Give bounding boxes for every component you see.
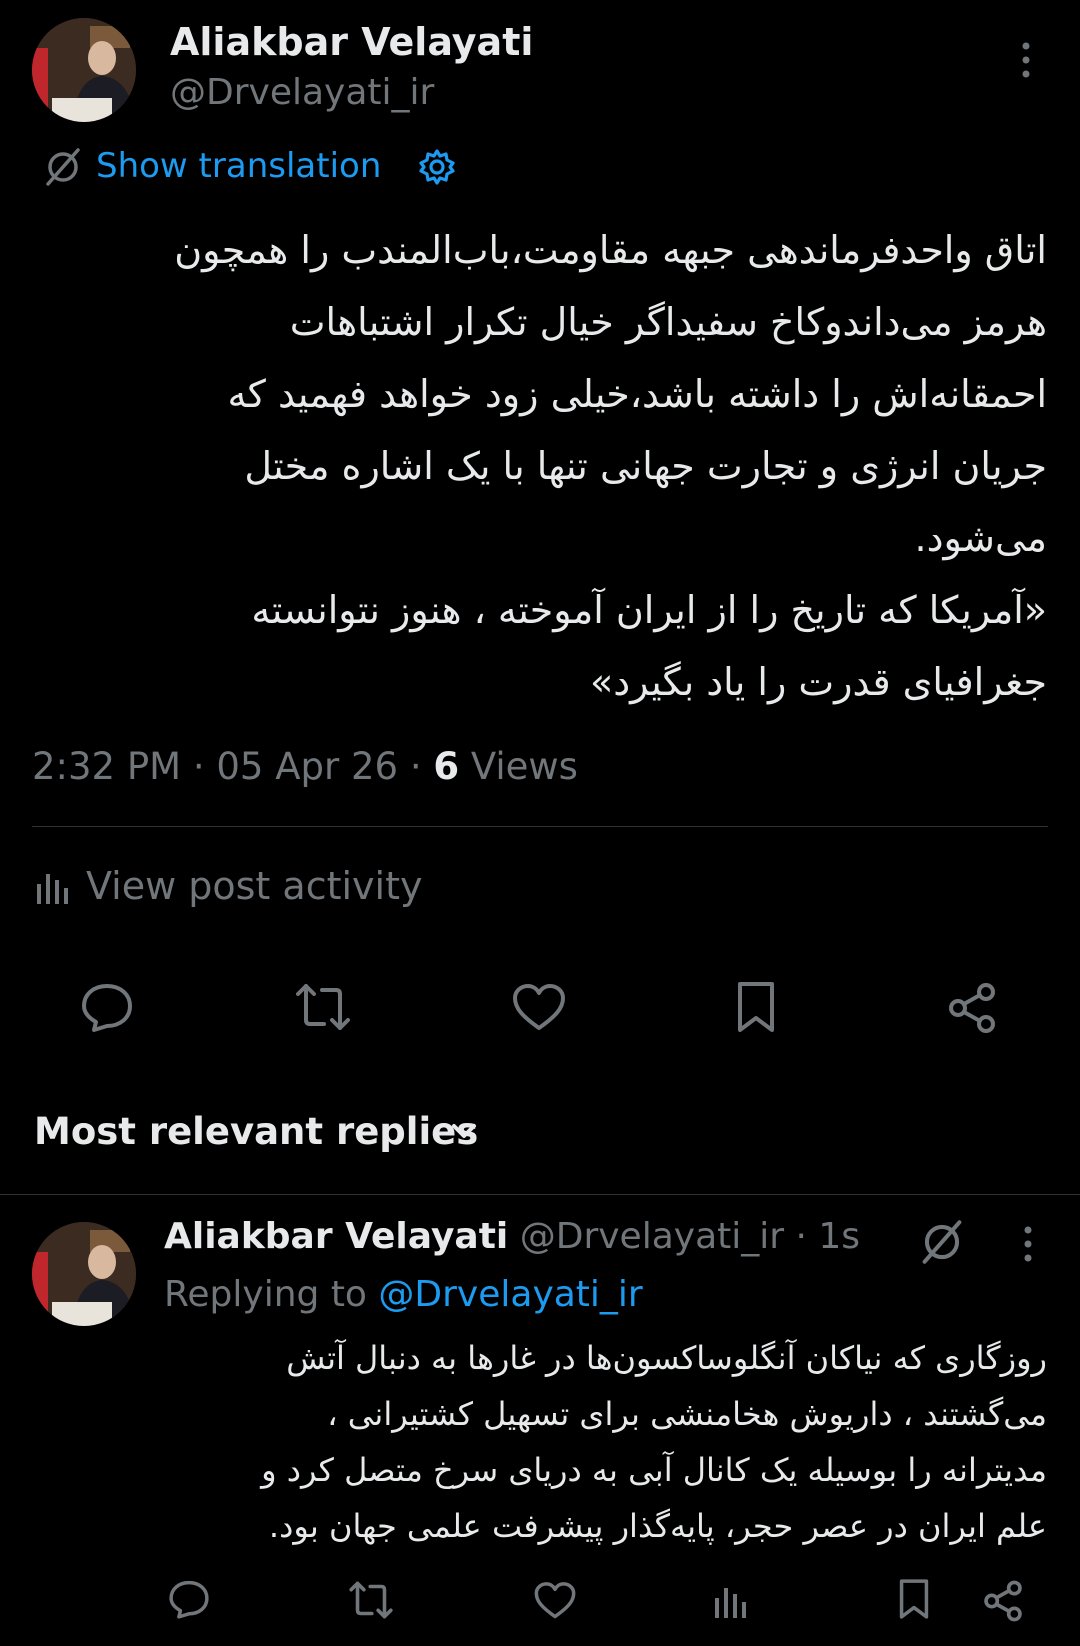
reply-handle-time[interactable]: @Drvelayati_ir · 1s [520, 1216, 860, 1257]
post-time[interactable]: 2:32 PM · 05 Apr 26 · [32, 745, 433, 788]
chevron-down-icon[interactable] [450, 1122, 478, 1140]
analytics-icon[interactable] [714, 1584, 746, 1618]
reply-header: Aliakbar Velayati @Drvelayati_ir · 1s [164, 1216, 860, 1257]
post-body: اتاق واحدفرماندهی جبهه مقاومت،باب‌المندب… [40, 214, 1047, 718]
post-line: می‌شود. [914, 516, 1048, 560]
post-line: هرمز می‌داندوکاخ سفیداگر خیال تکرار اشتب… [289, 300, 1047, 344]
repost-icon[interactable] [348, 1580, 394, 1620]
translate-icon[interactable] [44, 148, 82, 186]
reply-line: علم ایران در عصر حجر، پایه‌گذار پیشرفت ع… [268, 1507, 1047, 1545]
views-label: Views [459, 745, 578, 788]
reply-line: روزگاری که نیاکان آنگلوساکسون‌ها در غاره… [286, 1339, 1047, 1377]
replies-sort-button[interactable]: Most relevant replies [34, 1110, 478, 1153]
bookmark-icon[interactable] [736, 980, 776, 1034]
reply-author-name[interactable]: Aliakbar Velayati [164, 1216, 508, 1257]
share-icon[interactable] [982, 1580, 1024, 1622]
post-line: «آمریکا که تاریخ را از ایران آموخته ، هن… [251, 588, 1047, 632]
repost-icon[interactable] [294, 982, 352, 1032]
views-count: 6 [433, 745, 460, 788]
more-icon[interactable] [1016, 40, 1036, 80]
replying-to: Replying to @Drvelayati_ir [164, 1274, 643, 1315]
like-icon[interactable] [512, 984, 566, 1032]
settings-icon[interactable] [418, 148, 456, 186]
divider [0, 1194, 1080, 1195]
divider [32, 826, 1048, 827]
reply-line: مدیترانه را بوسیله یک کانال آبی به دریای… [261, 1451, 1047, 1489]
author-handle[interactable]: @Drvelayati_ir [170, 72, 434, 113]
replies-sort-label: Most relevant replies [34, 1110, 479, 1153]
replying-to-label: Replying to [164, 1274, 379, 1315]
author-name[interactable]: Aliakbar Velayati [170, 20, 533, 64]
reply-avatar[interactable] [32, 1222, 136, 1326]
post-metadata: 2:32 PM · 05 Apr 26 · 6 Views [32, 745, 578, 788]
more-icon[interactable] [1018, 1224, 1038, 1264]
post-line: جغرافیای قدرت را یاد بگیرد» [589, 660, 1047, 704]
reply-line: می‌گشتند ، داریوش هخامنشی برای تسهیل کشت… [327, 1395, 1047, 1433]
reply-icon[interactable] [168, 1578, 210, 1620]
translate-icon[interactable] [920, 1220, 964, 1264]
replying-to-handle[interactable]: @Drvelayati_ir [378, 1274, 642, 1315]
post-line: احمقانه‌اش را داشته باشد،خیلی زود خواهد … [227, 372, 1047, 416]
view-post-activity-link[interactable]: View post activity [86, 864, 422, 908]
bookmark-icon[interactable] [898, 1578, 930, 1620]
share-icon[interactable] [946, 982, 998, 1034]
analytics-icon[interactable] [36, 870, 68, 904]
show-translation-link[interactable]: Show translation [96, 146, 381, 186]
author-avatar[interactable] [32, 18, 136, 122]
reply-icon[interactable] [80, 980, 134, 1034]
post-line: اتاق واحدفرماندهی جبهه مقاومت،باب‌المندب… [174, 228, 1047, 272]
reply-body: روزگاری که نیاکان آنگلوساکسون‌ها در غاره… [150, 1330, 1047, 1554]
like-icon[interactable] [534, 1582, 576, 1620]
post-line: جریان انرژی و تجارت جهانی تنها با یک اشا… [244, 444, 1047, 488]
